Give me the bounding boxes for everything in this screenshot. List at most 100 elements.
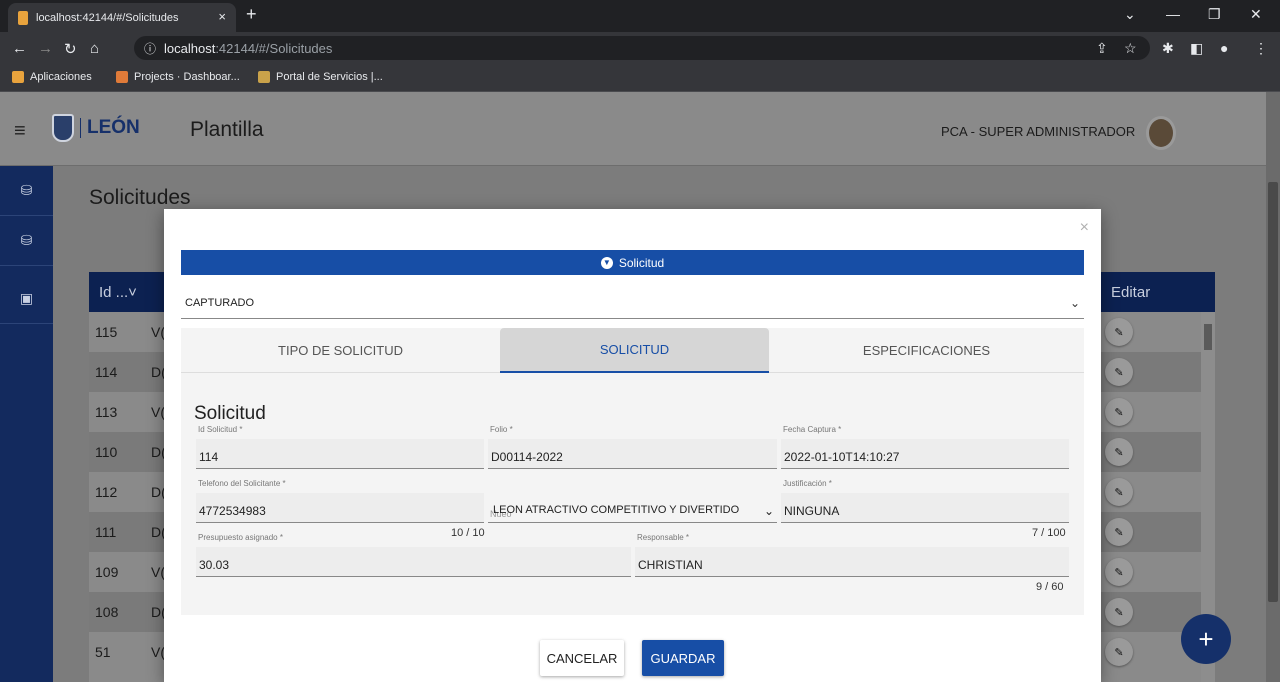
presupuesto-label: Presupuesto asignado * [198,533,283,542]
chevron-down-icon: ⌄ [764,504,775,518]
justificacion-value: NINGUNA [784,504,840,518]
eje-select[interactable]: Nueo LEON ATRACTIVO COMPETITIVO Y DIVERT… [488,493,777,523]
close-icon[interactable]: × [1080,219,1089,237]
bookmark-portal[interactable]: Portal de Servicios |... [258,71,383,83]
fecha-captura-label: Fecha Captura * [783,425,842,434]
telefono-field[interactable]: Telefono del Solicitante * 4772534983 [196,479,484,523]
edit-pencil-icon[interactable]: ✎ [1105,558,1133,586]
extensions-icon[interactable]: ✱ [1162,40,1174,57]
minimize-icon[interactable]: — [1166,6,1180,22]
bookmark-star-icon[interactable]: ☆ [1124,40,1137,57]
profile-icon[interactable]: ● [1220,40,1228,56]
database-icon-2[interactable]: ⛁ [0,216,53,266]
browser-tab-strip: localhost:42144/#/Solicitudes × + ⌄ — ❐ … [0,0,1280,32]
brand-text: LEÓN [80,118,140,138]
tab-solicitud[interactable]: SOLICITUD [500,328,769,373]
tab-especificaciones[interactable]: ESPECIFICACIONES [769,328,1084,373]
dialog-tabs: TIPO DE SOLICITUD SOLICITUD ESPECIFICACI… [181,328,1084,373]
column-id-header[interactable]: Id ...˅ [99,284,137,301]
edit-pencil-icon[interactable]: ✎ [1105,358,1133,386]
status-select[interactable]: CAPTURADO ⌄ [181,287,1084,319]
telefono-value: 4772534983 [199,504,266,518]
bookmarks-bar: Aplicaciones Projects · Dashboar... Port… [0,64,1280,92]
site-info-icon[interactable]: ⓘ [144,40,156,57]
status-value: CAPTURADO [185,296,255,309]
page-scrollbar[interactable] [1266,92,1280,682]
app-toolbar: ≡ LEÓN Plantilla PCA - SUPER ADMINISTRAD… [0,92,1266,166]
browser-tab[interactable]: localhost:42144/#/Solicitudes × [8,3,236,32]
url-host: localhost [164,40,216,56]
home-icon[interactable]: ⌂ [90,40,99,57]
solicitud-panel: Solicitud Id Solicitud * 114 Folio * D00… [181,373,1084,615]
avatar[interactable] [1146,116,1176,150]
portal-icon [258,71,270,83]
id-solicitud-value: 114 [199,450,219,464]
save-button[interactable]: GUARDAR [642,640,724,676]
folio-label: Folio * [490,425,513,434]
add-request-button[interactable]: + [1181,614,1231,664]
favicon-icon [18,11,28,25]
id-solicitud-field[interactable]: Id Solicitud * 114 [196,425,484,469]
app-title: Plantilla [190,118,264,141]
address-bar-row: ← → ↻ ⌂ ⓘ localhost:42144/#/Solicitudes … [0,32,1280,64]
cancel-button[interactable]: CANCELAR [540,640,624,676]
panel-title: Solicitud [194,403,266,424]
responsable-field[interactable]: Responsable * CHRISTIAN [635,533,1069,577]
reload-icon[interactable]: ↻ [64,40,77,58]
hamburger-menu-icon[interactable]: ≡ [14,120,26,143]
database-icon[interactable]: ⛁ [0,166,53,216]
telefono-label: Telefono del Solicitante * [198,479,286,488]
justificacion-counter: 7 / 100 [1032,527,1066,539]
user-role: PCA - SUPER ADMINISTRADOR [941,124,1136,139]
leon-logo: LEÓN [52,112,144,144]
menu-kebab-icon[interactable]: ⋮ [1254,40,1268,57]
fecha-captura-field[interactable]: Fecha Captura * 2022-01-10T14:10:27 [781,425,1069,469]
justificacion-field[interactable]: Justificación * NINGUNA [781,479,1069,523]
responsable-value: CHRISTIAN [638,558,703,572]
close-tab-icon[interactable]: × [218,9,226,24]
grid-scroll-thumb[interactable] [1204,324,1212,350]
apps-grid-icon [12,71,24,83]
projects-icon [116,71,128,83]
edit-pencil-icon[interactable]: ✎ [1105,438,1133,466]
edit-pencil-icon[interactable]: ✎ [1105,398,1133,426]
forward-icon[interactable]: → [38,40,53,57]
tab-tipo-de-solicitud[interactable]: TIPO DE SOLICITUD [181,328,500,373]
url-path: :42144/#/Solicitudes [215,40,333,56]
share-icon[interactable]: ⇪ [1096,40,1108,57]
responsable-label: Responsable * [637,533,690,542]
edit-pencil-icon[interactable]: ✎ [1105,518,1133,546]
justificacion-label: Justificación * [783,479,832,488]
page-scroll-thumb[interactable] [1268,182,1278,602]
dialog-header[interactable]: ▼ Solicitud [181,250,1084,275]
bookmark-projects[interactable]: Projects · Dashboar... [116,71,240,83]
image-icon[interactable]: ▣ [0,274,53,324]
new-tab-icon[interactable]: + [246,4,257,25]
tab-title: localhost:42144/#/Solicitudes [36,11,179,24]
side-panel-icon[interactable]: ◧ [1190,40,1203,57]
dialog-header-label: Solicitud [618,255,665,270]
restore-icon[interactable]: ❐ [1208,6,1221,23]
edit-pencil-icon[interactable]: ✎ [1105,478,1133,506]
url-input[interactable]: ⓘ localhost:42144/#/Solicitudes [134,36,1150,60]
window-close-icon[interactable]: ✕ [1250,6,1262,23]
page-title: Solicitudes [89,186,191,209]
presupuesto-value: 30.03 [199,558,230,572]
edit-pencil-icon[interactable]: ✎ [1105,598,1133,626]
fecha-captura-value: 2022-01-10T14:10:27 [784,450,900,464]
presupuesto-field[interactable]: Presupuesto asignado * 30.03 [196,533,631,577]
chevron-down-icon: ⌄ [1069,296,1080,310]
column-edit-header: Editar [1111,284,1151,301]
chevron-down-icon: ▼ [600,256,613,269]
sidebar: ⛁ ⛁ ▣ [0,166,53,682]
eje-value: LEON ATRACTIVO COMPETITIVO Y DIVERTIDO [493,504,740,516]
edit-pencil-icon[interactable]: ✎ [1105,638,1133,666]
request-dialog: × ▼ Solicitud CAPTURADO ⌄ TIPO DE SOLICI… [164,209,1101,682]
responsable-counter: 9 / 60 [1036,581,1064,593]
back-icon[interactable]: ← [12,40,27,57]
folio-field[interactable]: Folio * D00114-2022 [488,425,777,469]
edit-pencil-icon[interactable]: ✎ [1105,318,1133,346]
telefono-counter: 10 / 10 [451,527,485,539]
tab-search-icon[interactable]: ⌄ [1124,6,1136,23]
bookmark-apps[interactable]: Aplicaciones [12,71,92,83]
